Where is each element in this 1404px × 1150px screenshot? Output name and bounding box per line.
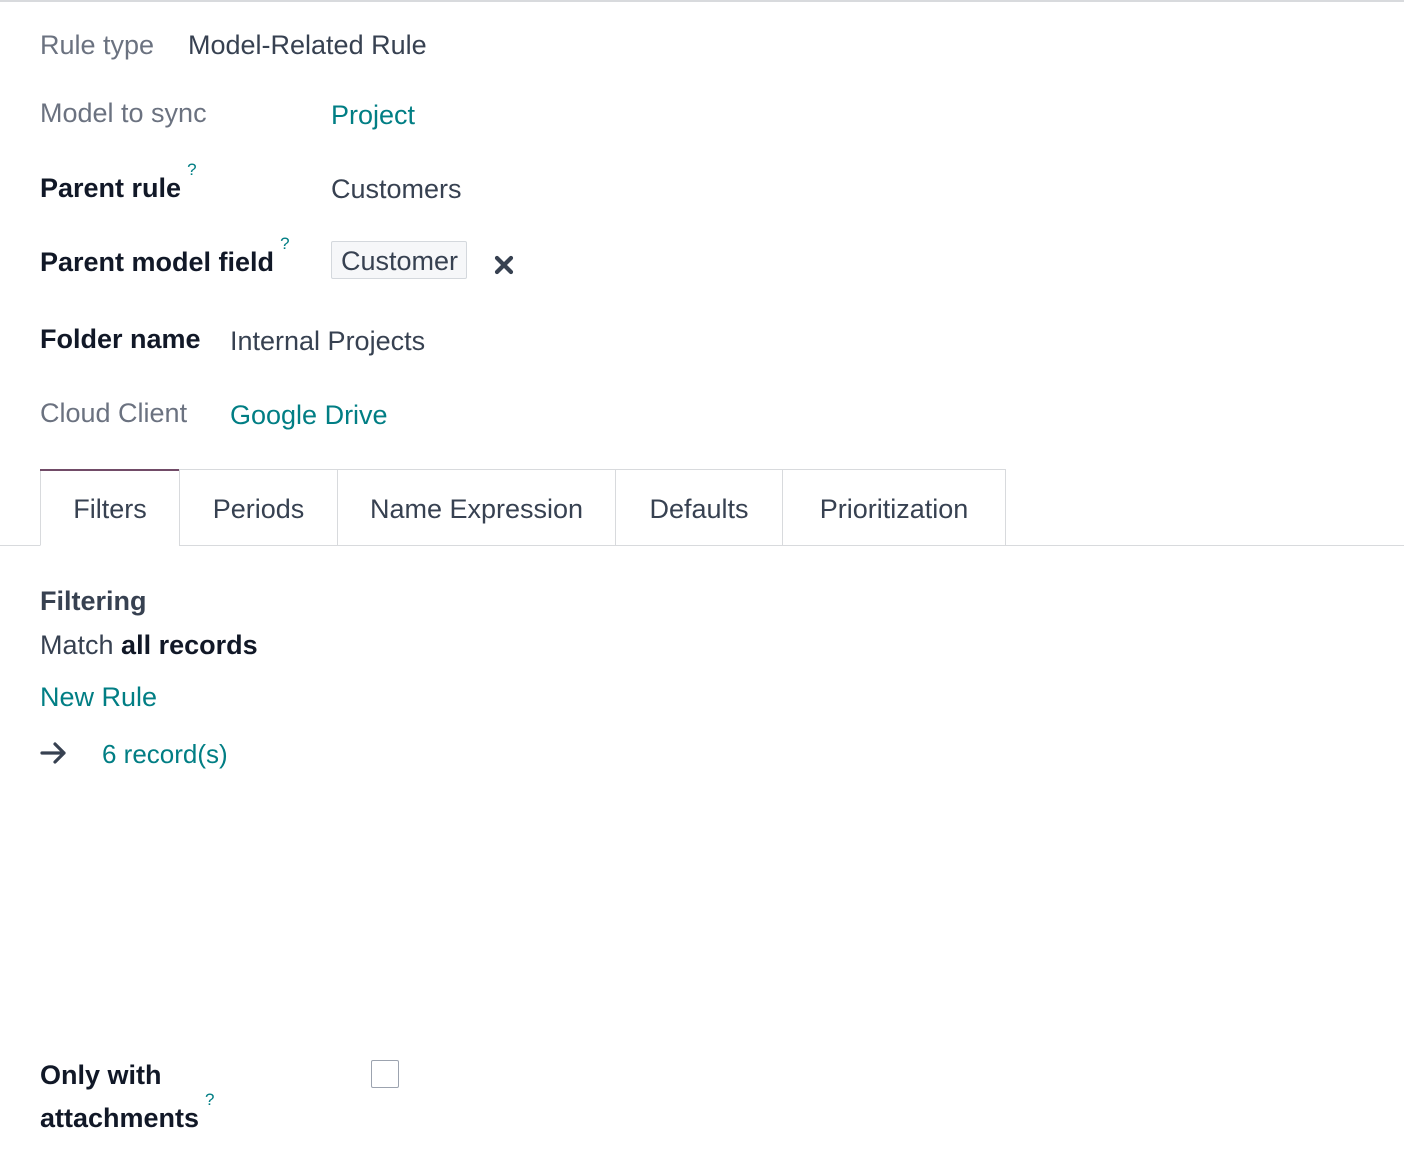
tab-periods[interactable]: Periods — [179, 469, 338, 546]
top-divider — [0, 0, 1404, 2]
parent-rule-help-icon[interactable]: ? — [187, 160, 196, 179]
cloud-client-label: Cloud Client — [40, 398, 188, 428]
records-count-link[interactable]: 6 record(s) — [102, 739, 228, 770]
parent-model-field-help-icon[interactable]: ? — [280, 234, 289, 253]
filtering-title: Filtering — [40, 586, 147, 616]
tab-defaults[interactable]: Defaults — [615, 469, 783, 546]
only-with-attachments-help-icon[interactable]: ? — [205, 1090, 214, 1109]
tab-periods-label: Periods — [212, 494, 305, 524]
tab-defaults-label: Defaults — [649, 494, 749, 524]
only-with-attachments-label-line2: attachments — [40, 1103, 200, 1133]
tab-prioritization-label: Prioritization — [819, 494, 969, 524]
rule-type-value: Model-Related Rule — [188, 30, 427, 60]
folder-name-label: Folder name — [40, 324, 201, 354]
cloud-client-link[interactable]: Google Drive — [230, 400, 388, 431]
tab-filters[interactable]: Filters — [40, 469, 180, 546]
close-icon[interactable] — [492, 253, 516, 277]
only-with-attachments-label: attachments? — [40, 1090, 215, 1134]
model-to-sync-label: Model to sync — [40, 98, 207, 128]
match-prefix: Match — [40, 630, 114, 660]
folder-name-value[interactable]: Internal Projects — [230, 326, 425, 357]
parent-model-field-tag[interactable]: Customer — [331, 241, 467, 279]
new-rule-link[interactable]: New Rule — [40, 682, 157, 713]
tab-name-expression-label: Name Expression — [369, 494, 584, 524]
tab-filters-label: Filters — [73, 494, 147, 524]
rule-type-label: Rule type — [40, 30, 155, 60]
parent-model-field-label: Parent model field? — [40, 234, 290, 278]
parent-rule-label: Parent rule? — [40, 160, 197, 204]
only-with-attachments-checkbox[interactable] — [371, 1060, 399, 1088]
match-value: all records — [121, 630, 258, 660]
arrow-right-icon[interactable] — [40, 740, 68, 766]
parent-rule-value[interactable]: Customers — [331, 174, 462, 205]
only-with-attachments-label-line1: Only with — [40, 1060, 162, 1090]
tab-prioritization[interactable]: Prioritization — [782, 469, 1006, 546]
parent-model-field-label-text: Parent model field — [40, 247, 275, 277]
tab-name-expression[interactable]: Name Expression — [337, 469, 616, 546]
match-summary: Match all records — [40, 630, 258, 661]
parent-model-field-tag-label: Customer — [341, 246, 459, 276]
model-to-sync-link[interactable]: Project — [331, 100, 415, 131]
parent-rule-label-text: Parent rule — [40, 173, 182, 203]
